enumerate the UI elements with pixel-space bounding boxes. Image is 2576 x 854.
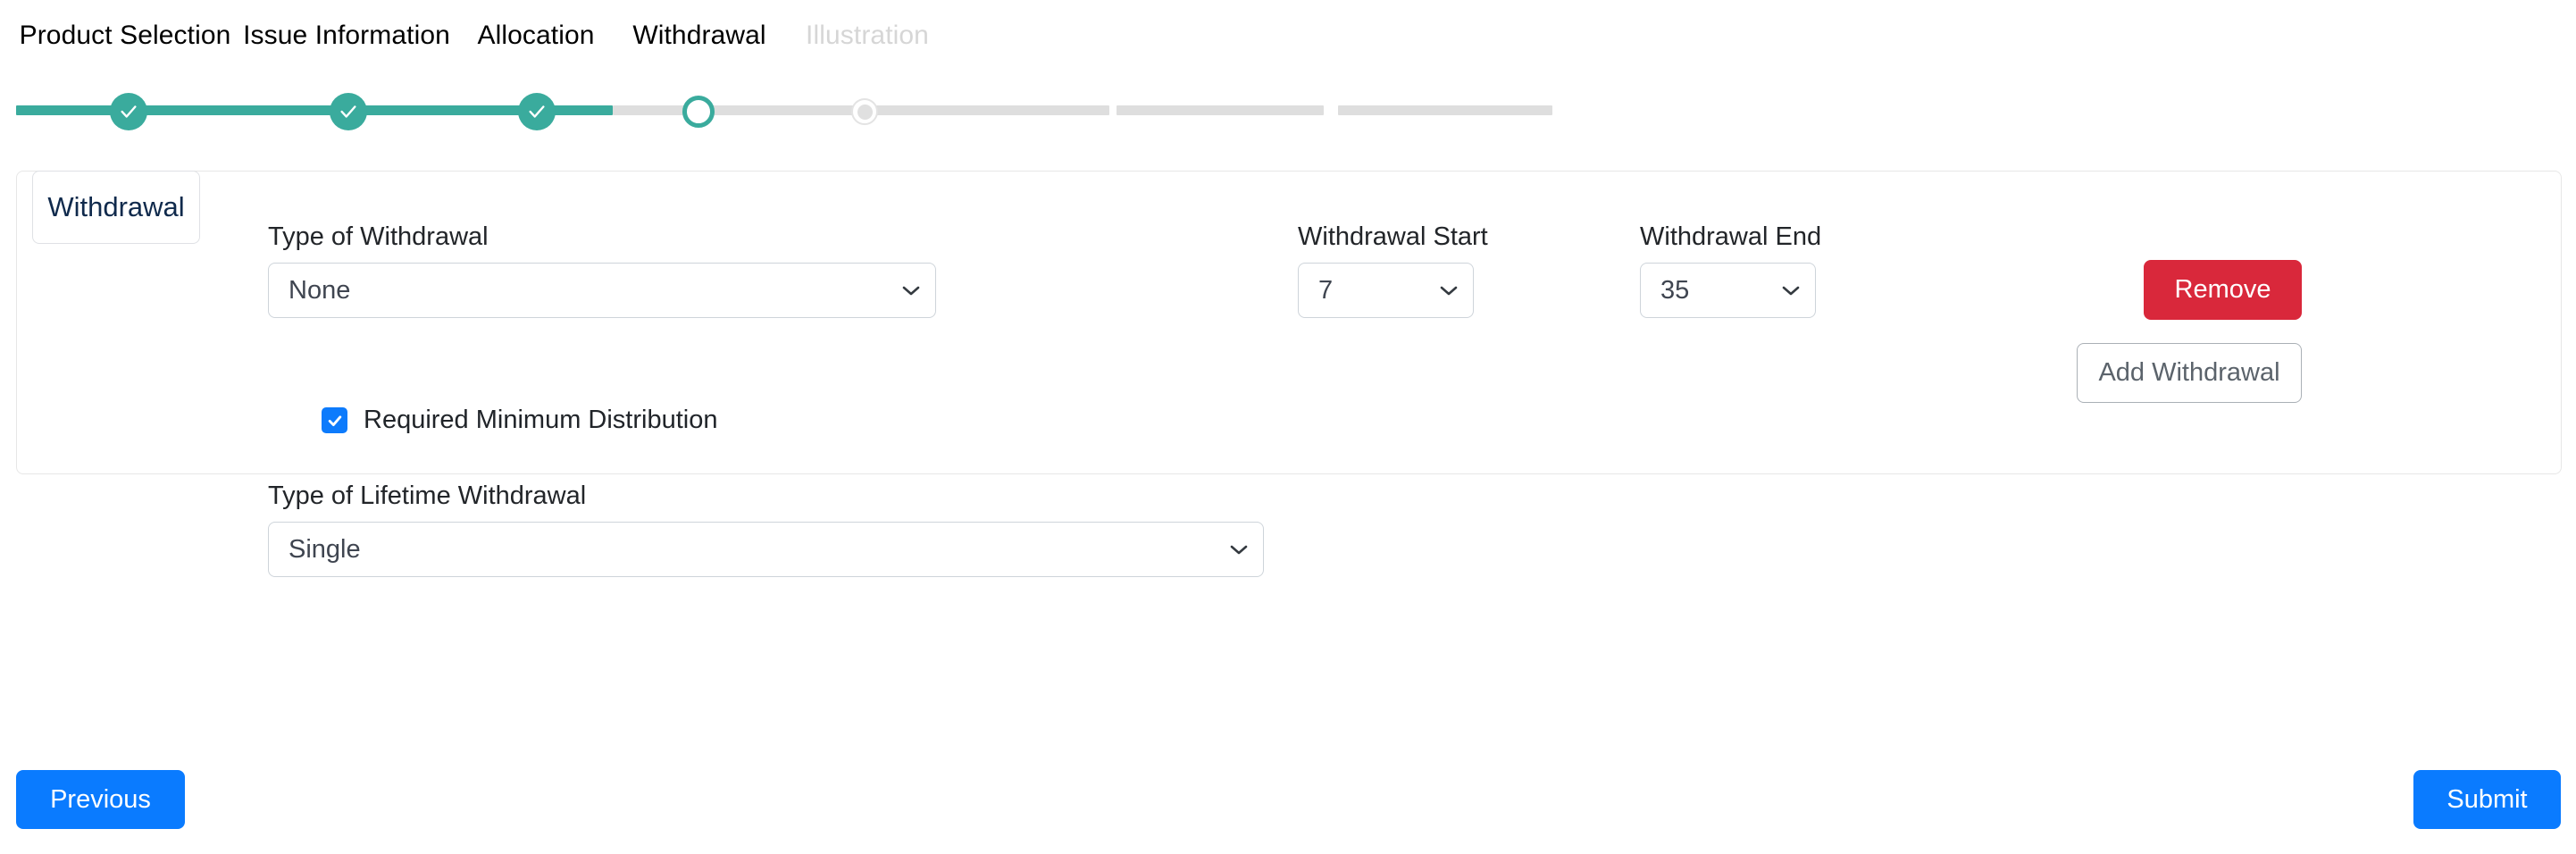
withdrawal-panel-area: Withdrawal Type of Withdrawal None Requi… (16, 171, 2562, 577)
step-label-illustration: Illustration (806, 21, 929, 50)
select-type-of-withdrawal-value: None (289, 275, 351, 305)
step-node-illustration[interactable] (851, 98, 878, 125)
select-withdrawal-start[interactable]: 7 (1298, 263, 1474, 318)
select-type-of-lifetime-withdrawal-value: Single (289, 534, 361, 564)
stepper-labels: Product Selection Issue Information Allo… (0, 0, 2576, 89)
select-withdrawal-end[interactable]: 35 (1640, 263, 1816, 318)
select-type-of-withdrawal[interactable]: None (268, 263, 936, 318)
tab-withdrawal[interactable]: Withdrawal (32, 171, 200, 244)
checkbox-required-minimum-distribution[interactable] (322, 407, 347, 433)
submit-button[interactable]: Submit (2413, 770, 2561, 829)
tab-withdrawal-label: Withdrawal (47, 191, 185, 222)
remove-button[interactable]: Remove (2144, 260, 2302, 320)
step-label-product-selection[interactable]: Product Selection (20, 20, 231, 52)
step-label-allocation[interactable]: Allocation (477, 20, 594, 52)
checkbox-row-required-minimum-distribution[interactable]: Required Minimum Distribution (322, 406, 717, 435)
label-withdrawal-end: Withdrawal End (1640, 222, 1822, 251)
current-step-dot (692, 105, 705, 118)
previous-button[interactable]: Previous (16, 770, 185, 829)
check-icon (121, 105, 137, 118)
track-segment-remaining-2 (1117, 105, 1324, 115)
step-node-withdrawal[interactable] (682, 96, 715, 128)
check-icon (328, 414, 341, 426)
select-withdrawal-start-value: 7 (1318, 275, 1334, 305)
chevron-down-icon (1440, 286, 1458, 296)
step-label-issue-information[interactable]: Issue Information (243, 20, 450, 52)
withdrawal-form-panel: Type of Withdrawal None Required Minimum… (16, 171, 2562, 577)
label-type-of-withdrawal: Type of Withdrawal (268, 222, 489, 251)
track-segment-remaining-3 (1338, 105, 1552, 115)
chevron-down-icon (902, 286, 920, 296)
add-withdrawal-button[interactable]: Add Withdrawal (2077, 343, 2302, 403)
chevron-down-icon (1782, 286, 1800, 296)
withdrawal-row: Type of Withdrawal None Required Minimum… (17, 172, 2561, 577)
progress-stepper: Product Selection Issue Information Allo… (0, 0, 2576, 134)
check-icon (529, 105, 545, 118)
chevron-down-icon (1230, 545, 1248, 555)
wizard-footer: Previous Submit (0, 770, 2576, 854)
remove-button-label: Remove (2174, 275, 2271, 304)
select-type-of-lifetime-withdrawal[interactable]: Single (268, 522, 1264, 577)
select-withdrawal-end-value: 35 (1660, 275, 1690, 305)
label-required-minimum-distribution: Required Minimum Distribution (364, 406, 718, 434)
step-node-allocation[interactable] (518, 93, 556, 130)
pending-step-dot (857, 104, 873, 120)
check-icon (340, 105, 356, 118)
label-withdrawal-start: Withdrawal Start (1298, 222, 1488, 251)
add-withdrawal-button-label: Add Withdrawal (2098, 358, 2280, 387)
label-type-of-lifetime-withdrawal: Type of Lifetime Withdrawal (268, 481, 587, 510)
step-node-issue-information[interactable] (330, 93, 367, 130)
step-node-product-selection[interactable] (110, 93, 147, 130)
step-label-withdrawal[interactable]: Withdrawal (632, 20, 765, 52)
